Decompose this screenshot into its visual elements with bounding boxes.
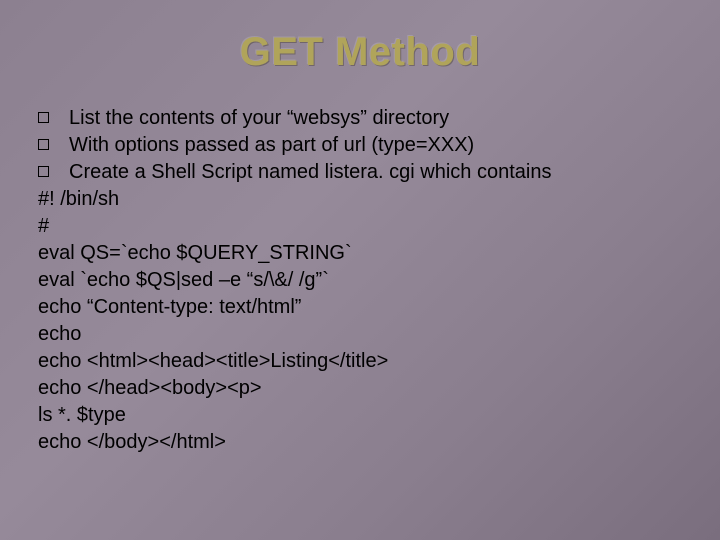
code-line: echo </head><body><p>	[38, 375, 690, 402]
square-bullet-icon	[38, 139, 49, 150]
bullet-text: With options passed as part of url (type…	[69, 132, 474, 159]
slide-content: List the contents of your “websys” direc…	[30, 105, 690, 456]
bullet-item: Create a Shell Script named listera. cgi…	[38, 159, 690, 186]
code-line: echo <html><head><title>Listing</title>	[38, 348, 690, 375]
square-bullet-icon	[38, 112, 49, 123]
code-line: eval QS=`echo $QUERY_STRING`	[38, 240, 690, 267]
bullet-item: With options passed as part of url (type…	[38, 132, 690, 159]
bullet-text: Create a Shell Script named listera. cgi…	[69, 159, 551, 186]
code-line: #	[38, 213, 690, 240]
bullet-item: List the contents of your “websys” direc…	[38, 105, 690, 132]
bullet-text: List the contents of your “websys” direc…	[69, 105, 449, 132]
code-line: echo “Content-type: text/html”	[38, 294, 690, 321]
slide-title: GET Method	[30, 30, 690, 75]
slide: GET Method List the contents of your “we…	[0, 0, 720, 540]
code-line: eval `echo $QS|sed –e “s/\&/ /g”`	[38, 267, 690, 294]
code-line: echo </body></html>	[38, 429, 690, 456]
square-bullet-icon	[38, 166, 49, 177]
code-line: #! /bin/sh	[38, 186, 690, 213]
code-line: ls *. $type	[38, 402, 690, 429]
code-line: echo	[38, 321, 690, 348]
